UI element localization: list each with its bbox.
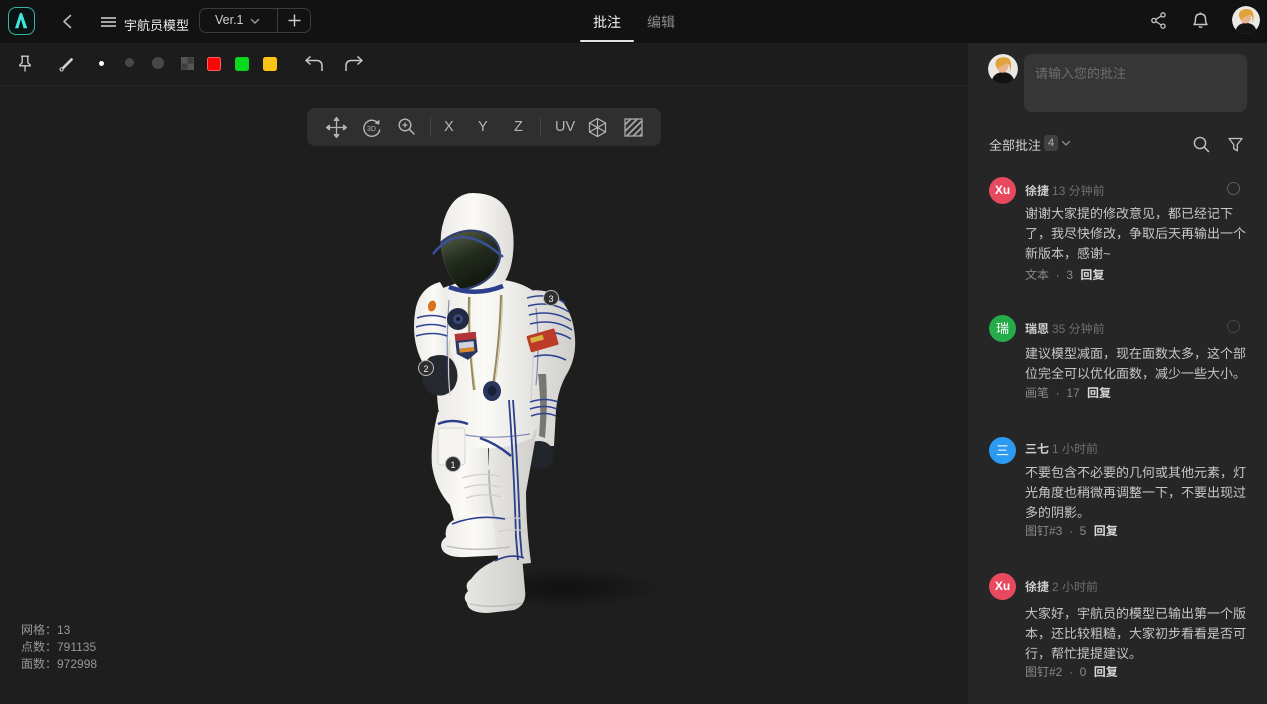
svg-text:3D: 3D: [367, 126, 376, 133]
